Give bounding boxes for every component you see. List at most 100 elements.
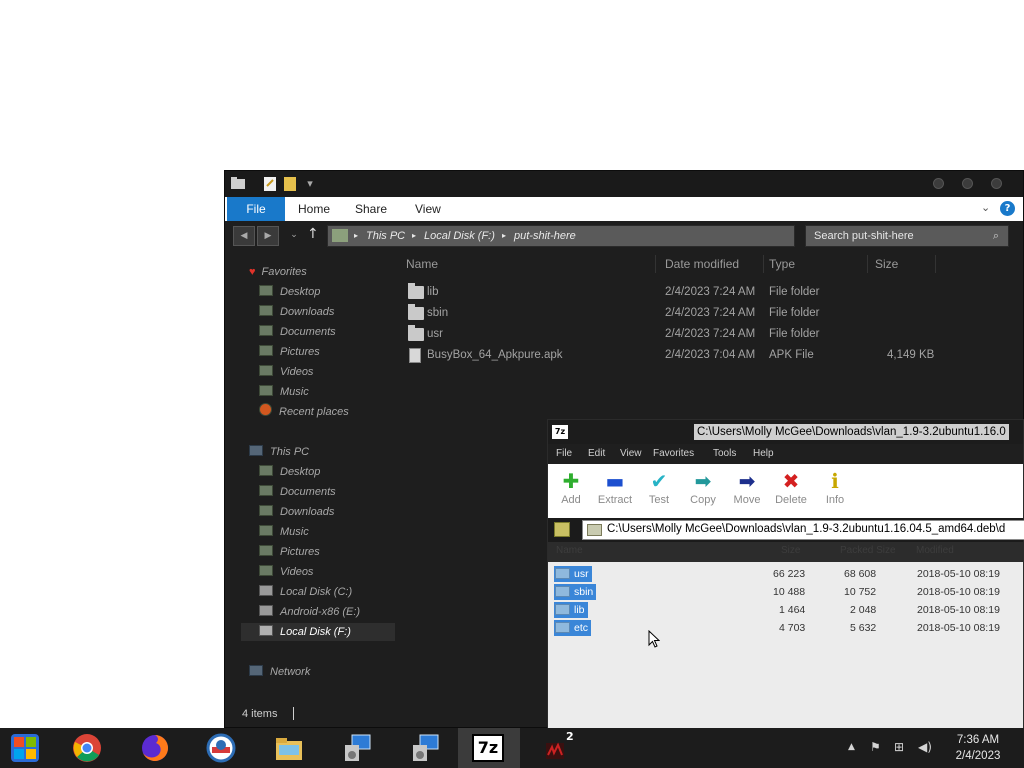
nav-pc-local-disk-f[interactable]: Local Disk (F:): [241, 623, 395, 641]
column-name[interactable]: Name: [556, 545, 583, 556]
archive-row[interactable]: lib 1 464 2 048 2018-05-10 08:19: [548, 600, 1023, 618]
breadcrumb-chevron-icon[interactable]: ▸: [502, 226, 506, 246]
column-modified[interactable]: Modified: [916, 545, 954, 556]
archive-row[interactable]: sbin 10 488 10 752 2018-05-10 08:19: [548, 582, 1023, 600]
menu-view[interactable]: View: [620, 448, 642, 459]
taskbar-installer-2[interactable]: [394, 728, 456, 768]
nav-pc-documents[interactable]: Documents: [259, 483, 336, 501]
column-divider[interactable]: [867, 255, 868, 273]
copy-button[interactable]: ➡ Copy: [681, 468, 725, 516]
breadcrumb-chevron-icon[interactable]: ▸: [412, 226, 416, 246]
tab-home[interactable]: Home: [298, 197, 330, 221]
firefox-icon: [142, 735, 168, 761]
music-icon: [259, 525, 273, 536]
help-icon[interactable]: ?: [1000, 201, 1015, 216]
nav-fav-documents[interactable]: Documents: [259, 323, 336, 341]
path-input[interactable]: C:\Users\Molly McGee\Downloads\vlan_1.9-…: [582, 520, 1024, 540]
breadcrumb-this-pc[interactable]: This PC: [366, 226, 405, 246]
minimize-button[interactable]: [933, 178, 944, 189]
column-divider[interactable]: [935, 255, 936, 273]
ribbon-expand-icon[interactable]: ⌄: [981, 201, 990, 217]
nav-network[interactable]: Network: [249, 663, 310, 681]
volume-icon[interactable]: ◀): [918, 740, 932, 754]
nav-fav-desktop[interactable]: Desktop: [259, 283, 320, 301]
taskbar-firefox[interactable]: [124, 728, 186, 768]
navigation-pane: ♥ Favorites Desktop Downloads Documents P…: [225, 253, 395, 701]
nav-pc-desktop[interactable]: Desktop: [259, 463, 320, 481]
tab-view[interactable]: View: [415, 197, 441, 221]
nav-pc-android-e[interactable]: Android-x86 (E:): [259, 603, 360, 621]
address-bar[interactable]: ▸ This PC ▸ Local Disk (F:) ▸ put-shit-h…: [327, 225, 888, 247]
nav-pc-downloads[interactable]: Downloads: [259, 503, 334, 521]
column-size[interactable]: Size: [875, 257, 898, 273]
nav-pc-music[interactable]: Music: [259, 523, 309, 541]
close-button[interactable]: [991, 178, 1002, 189]
add-button[interactable]: ✚ Add: [549, 468, 593, 516]
breadcrumb-put-shit-here[interactable]: put-shit-here: [514, 226, 576, 246]
tab-share[interactable]: Share: [355, 197, 387, 221]
new-folder-icon[interactable]: [283, 177, 297, 191]
back-button[interactable]: ◀: [233, 226, 255, 246]
search-input[interactable]: [806, 226, 982, 246]
taskbar-file-explorer[interactable]: [258, 728, 320, 768]
menu-help[interactable]: Help: [753, 448, 774, 459]
extract-button[interactable]: ▬ Extract: [593, 468, 637, 516]
start-button[interactable]: [0, 728, 62, 768]
column-packed-size[interactable]: Packed Size: [840, 545, 896, 556]
file-row[interactable]: BusyBox_64_Apkpure.apk 2/4/2023 7:04 AM …: [400, 346, 1020, 367]
nav-fav-videos[interactable]: Videos: [259, 363, 313, 381]
nav-favorites[interactable]: ♥ Favorites: [249, 263, 307, 281]
up-arrow-icon[interactable]: ↑: [307, 226, 319, 242]
column-divider[interactable]: [763, 255, 764, 273]
recent-locations-dropdown-icon[interactable]: ⌄: [283, 226, 305, 246]
menu-file[interactable]: File: [556, 448, 572, 459]
menu-edit[interactable]: Edit: [588, 448, 605, 459]
nav-this-pc[interactable]: This PC: [249, 443, 309, 461]
file-row[interactable]: sbin 2/4/2023 7:24 AM File folder: [400, 304, 1020, 325]
column-type[interactable]: Type: [769, 257, 795, 273]
clock[interactable]: 7:36 AM 2/4/2023: [936, 732, 1020, 764]
delete-button[interactable]: ✖ Delete: [769, 468, 813, 516]
tab-file[interactable]: File: [227, 197, 285, 221]
taskbar-chrome[interactable]: [56, 728, 118, 768]
forward-button[interactable]: ▶: [257, 226, 279, 246]
taskbar-installer-1[interactable]: [326, 728, 388, 768]
nav-pc-local-disk-c[interactable]: Local Disk (C:): [259, 583, 352, 601]
properties-icon[interactable]: [263, 177, 277, 191]
file-row[interactable]: usr 2/4/2023 7:24 AM File folder: [400, 325, 1020, 346]
move-button[interactable]: ➡ Move: [725, 468, 769, 516]
nav-pc-videos[interactable]: Videos: [259, 563, 313, 581]
column-date-modified[interactable]: Date modified: [665, 257, 739, 273]
parent-folder-icon[interactable]: [554, 522, 570, 537]
file-row[interactable]: lib 2/4/2023 7:24 AM File folder: [400, 283, 1020, 304]
sevenzip-titlebar[interactable]: 7z C:\Users\Molly McGee\Downloads\vlan_1…: [548, 420, 1023, 444]
info-button[interactable]: ℹ Info: [813, 468, 857, 516]
archive-row[interactable]: usr 66 223 68 608 2018-05-10 08:19: [548, 564, 1023, 582]
nav-pc-pictures[interactable]: Pictures: [259, 543, 320, 561]
taskbar-opera[interactable]: [190, 728, 252, 768]
column-size[interactable]: Size: [781, 545, 800, 556]
test-button[interactable]: ✔ Test: [637, 468, 681, 516]
quick-access-dropdown-icon[interactable]: ▾: [303, 177, 317, 191]
nav-fav-recent-places[interactable]: Recent places: [259, 403, 349, 421]
breadcrumb-chevron-icon[interactable]: ▸: [354, 226, 358, 246]
nav-fav-pictures[interactable]: Pictures: [259, 343, 320, 361]
menu-favorites[interactable]: Favorites: [653, 448, 694, 459]
breadcrumb-local-disk-f[interactable]: Local Disk (F:): [424, 226, 495, 246]
network-tray-icon[interactable]: ⊞: [894, 740, 904, 754]
search-box[interactable]: ⌕: [805, 225, 1009, 247]
path-text: C:\Users\Molly McGee\Downloads\vlan_1.9-…: [607, 523, 1006, 535]
taskbar-notepad-plus[interactable]: [524, 728, 586, 768]
show-hidden-icons-icon[interactable]: ▲: [848, 742, 855, 752]
maximize-button[interactable]: [962, 178, 973, 189]
nav-fav-music[interactable]: Music: [259, 383, 309, 401]
menu-tools[interactable]: Tools: [713, 448, 736, 459]
column-divider[interactable]: [655, 255, 656, 273]
explorer-titlebar[interactable]: ▾: [225, 171, 1023, 197]
nav-fav-downloads[interactable]: Downloads: [259, 303, 334, 321]
archive-row[interactable]: etc 4 703 5 632 2018-05-10 08:19: [548, 618, 1023, 636]
flag-icon[interactable]: ⚑: [870, 740, 881, 754]
column-name[interactable]: Name: [406, 257, 438, 273]
search-icon[interactable]: ⌕: [986, 227, 1006, 245]
taskbar-7zip[interactable]: 7z: [458, 728, 520, 768]
